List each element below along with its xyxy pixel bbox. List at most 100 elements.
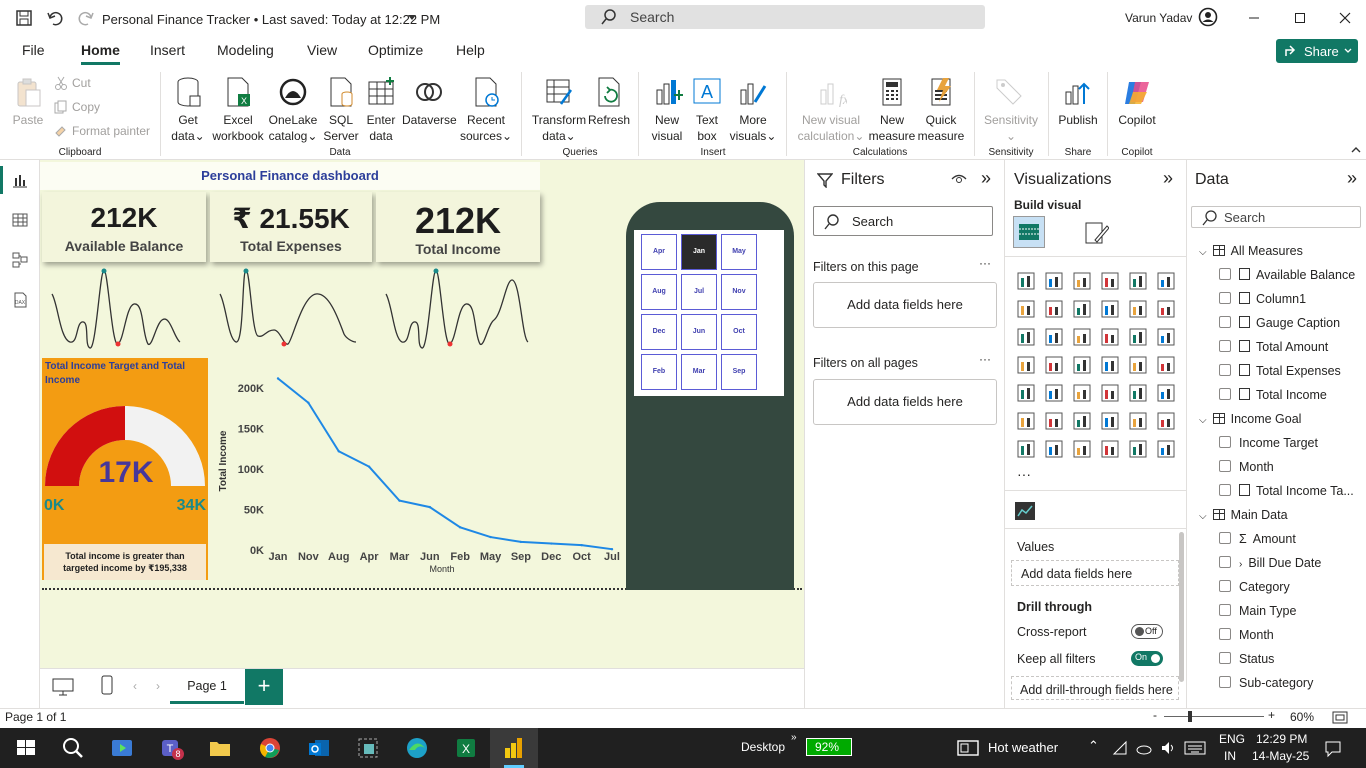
clustered-column-chart-icon[interactable]: [1101, 272, 1119, 290]
gauge-card[interactable]: Total Income Target and Total Income 17K…: [42, 358, 208, 580]
python-visual-icon[interactable]: [1017, 412, 1035, 430]
table-node[interactable]: ⌵ All Measures: [1199, 244, 1303, 258]
tab-optimize[interactable]: Optimize: [368, 42, 423, 58]
stacked-column-chart-icon[interactable]: [1045, 272, 1063, 290]
dax-query-view-icon[interactable]: DAX: [12, 292, 28, 308]
field-item[interactable]: Total Income: [1219, 388, 1327, 402]
tab-insert[interactable]: Insert: [150, 42, 185, 58]
more-visuals-ellipsis[interactable]: ···: [1017, 466, 1031, 482]
month-tile-jun[interactable]: Jun: [681, 314, 717, 350]
media-player-icon[interactable]: [110, 736, 134, 760]
analytics-icon[interactable]: [1015, 502, 1035, 520]
chevron-down-icon[interactable]: [407, 14, 417, 22]
field-checkbox[interactable]: [1219, 436, 1231, 448]
viz-scrollbar[interactable]: [1179, 532, 1184, 682]
global-search[interactable]: Search: [585, 5, 985, 29]
format-visual-icon[interactable]: [1083, 220, 1109, 246]
field-item[interactable]: Column1: [1219, 292, 1306, 306]
field-item[interactable]: Sub-category: [1219, 676, 1313, 690]
card-chart-icon[interactable]: [1157, 356, 1175, 374]
field-item[interactable]: Available Balance: [1219, 268, 1355, 282]
text-box-button[interactable]: A Text box: [688, 76, 726, 144]
region[interactable]: IN: [1224, 749, 1236, 763]
redo-icon[interactable]: [77, 9, 95, 27]
field-item[interactable]: Main Type: [1219, 604, 1296, 618]
field-checkbox[interactable]: [1219, 628, 1231, 640]
notification-icon[interactable]: [1324, 740, 1342, 758]
month-tile-dec[interactable]: Dec: [641, 314, 677, 350]
prev-page-icon[interactable]: ‹: [133, 679, 137, 693]
power-apps-visual-icon[interactable]: [1101, 440, 1119, 458]
quick-measure-button[interactable]: Quick measure: [916, 76, 966, 144]
excel-taskbar-icon[interactable]: X: [454, 736, 478, 760]
field-item[interactable]: Category: [1219, 580, 1290, 594]
weather-icon[interactable]: [956, 738, 980, 762]
field-checkbox[interactable]: [1219, 652, 1231, 664]
get-data-button[interactable]: Get data⌄: [168, 76, 208, 144]
copilot-button[interactable]: Copilot: [1114, 76, 1160, 128]
tab-page-1[interactable]: Page 1: [170, 669, 244, 704]
zoom-out-button[interactable]: -: [1153, 708, 1157, 722]
month-tile-jan[interactable]: Jan: [681, 234, 717, 270]
waterfall-chart-icon[interactable]: [1045, 328, 1063, 346]
field-checkbox[interactable]: [1219, 364, 1231, 376]
kpi-card-available-balance[interactable]: 212K Available Balance: [42, 192, 206, 262]
avatar-icon[interactable]: [1198, 7, 1218, 27]
paginated-report-visual-icon[interactable]: [1017, 440, 1035, 458]
close-icon[interactable]: [1339, 12, 1351, 24]
line-chart-icon[interactable]: [1017, 300, 1035, 318]
refresh-button[interactable]: Refresh: [588, 76, 630, 128]
table-view-icon[interactable]: [12, 212, 28, 228]
field-checkbox[interactable]: [1219, 556, 1231, 568]
key-influencers-visual-icon[interactable]: [1045, 412, 1063, 430]
tray-chevron-icon[interactable]: ⌃: [1088, 738, 1099, 754]
field-item[interactable]: Total Amount: [1219, 340, 1328, 354]
month-tile-jul[interactable]: Jul: [681, 274, 717, 310]
narrative-visual-icon[interactable]: [1129, 412, 1147, 430]
field-checkbox[interactable]: [1219, 580, 1231, 592]
tab-modeling[interactable]: Modeling: [217, 42, 274, 58]
button-slicer-visual-icon[interactable]: [1073, 440, 1091, 458]
field-item[interactable]: › Bill Due Date: [1219, 556, 1321, 570]
azure-map-chart-icon[interactable]: [1101, 356, 1119, 374]
month-tile-sep[interactable]: Sep: [721, 354, 757, 390]
field-checkbox[interactable]: [1219, 604, 1231, 616]
100-column-chart-icon[interactable]: [1157, 272, 1175, 290]
area-chart-icon[interactable]: [1045, 300, 1063, 318]
sql-server-button[interactable]: SQL Server: [322, 76, 360, 144]
zoom-in-button[interactable]: +: [1268, 708, 1275, 722]
kpi-card-total-expenses[interactable]: ₹ 21.55K Total Expenses: [210, 192, 372, 262]
more-arrows-visual-icon[interactable]: [1157, 440, 1175, 458]
more-visuals-button[interactable]: More visuals⌄: [728, 76, 778, 144]
field-item[interactable]: Total Income Ta...: [1219, 484, 1354, 498]
new-visual-calculation-button[interactable]: fx New visualcalculation⌄: [796, 76, 866, 144]
outlook-icon[interactable]: [307, 736, 331, 760]
search-icon[interactable]: [61, 736, 85, 760]
field-checkbox[interactable]: [1219, 460, 1231, 472]
more-options-icon[interactable]: ···: [979, 352, 991, 366]
keep-filters-toggle[interactable]: On: [1131, 651, 1163, 666]
snipping-tool-icon[interactable]: [356, 736, 380, 760]
field-item[interactable]: Month: [1219, 460, 1274, 474]
clock-time[interactable]: 12:29 PM: [1256, 732, 1307, 746]
eye-icon[interactable]: [951, 173, 967, 185]
field-item[interactable]: Total Expenses: [1219, 364, 1341, 378]
format-painter-button[interactable]: Format painter: [72, 124, 150, 138]
zoom-slider-thumb[interactable]: [1188, 711, 1192, 722]
funnel-chart-icon[interactable]: [1073, 328, 1091, 346]
fit-to-page-icon[interactable]: [1332, 711, 1348, 724]
income-line-chart[interactable]: 0K 50K 100K 150K 200K Jan Nov Aug Apr Mar Jun Feb Ma…: [212, 356, 628, 582]
collapse-viz-icon[interactable]: »: [1163, 168, 1173, 189]
desktop-layout-icon[interactable]: [52, 678, 74, 696]
new-visual-button[interactable]: New visual: [648, 76, 686, 144]
recent-sources-button[interactable]: Recent sources⌄: [458, 76, 514, 144]
r-script-visual-icon[interactable]: [1157, 384, 1175, 402]
edge-icon[interactable]: [405, 736, 429, 760]
month-slicer[interactable]: Apr Jan May Aug Jul Nov Dec Jun Oct Feb Mar Sep: [634, 230, 784, 396]
enter-data-button[interactable]: Enter data: [362, 76, 400, 144]
page-filters-drop[interactable]: Add data fields here: [813, 282, 997, 328]
collapse-ribbon-icon[interactable]: [1351, 146, 1361, 154]
keyboard-icon[interactable]: [1184, 740, 1206, 756]
line-column-chart-icon[interactable]: [1129, 300, 1147, 318]
table-node[interactable]: ⌵ Income Goal: [1199, 412, 1301, 426]
